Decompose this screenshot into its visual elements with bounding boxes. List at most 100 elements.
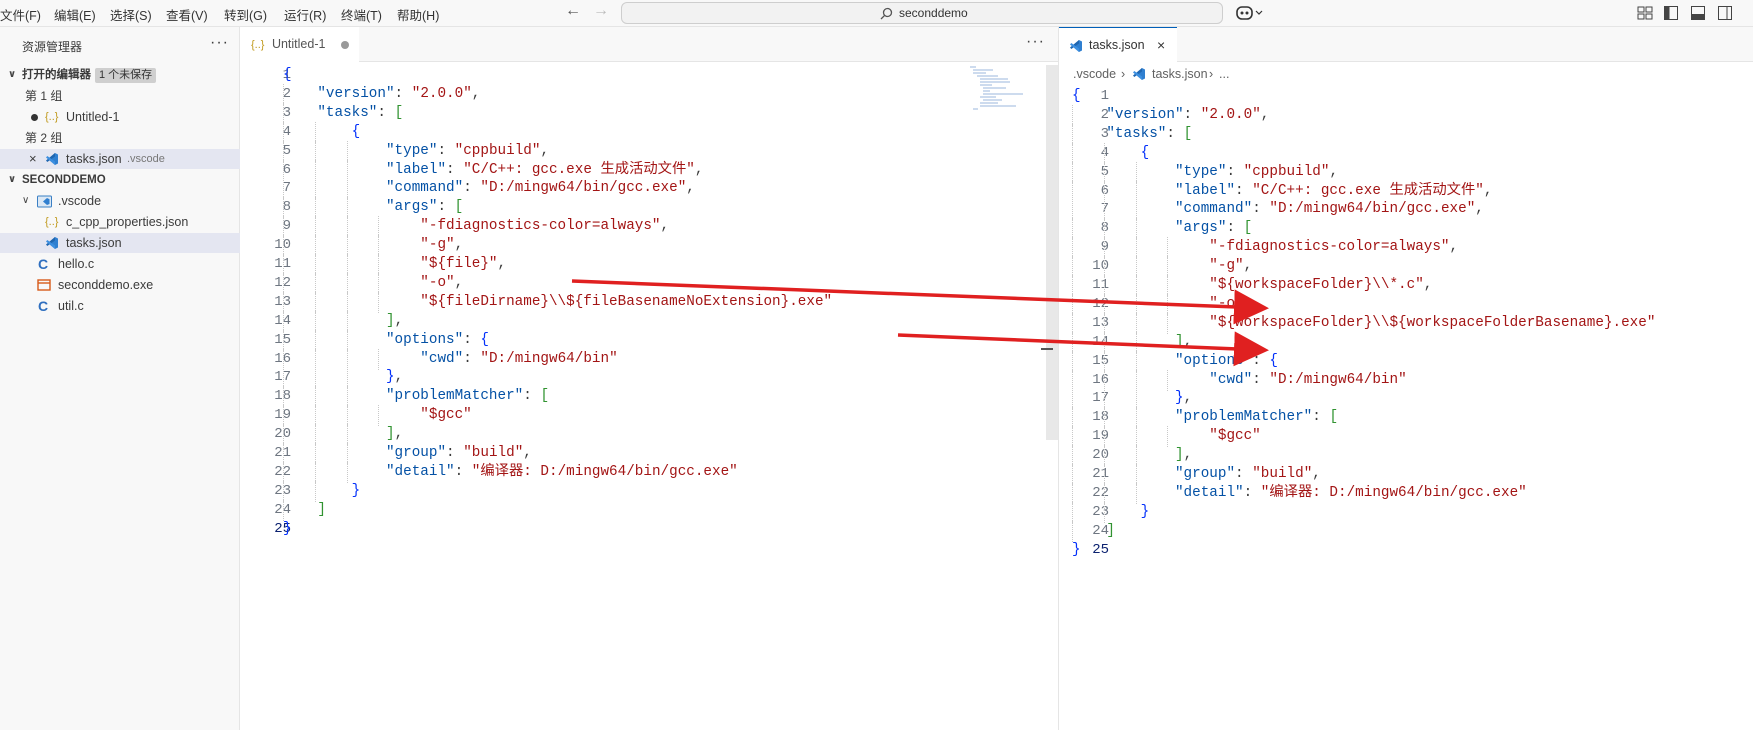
file-util-c[interactable]: C util.c — [0, 296, 240, 316]
menu-edit[interactable]: 编辑(E) — [54, 5, 96, 24]
close-icon[interactable]: × — [1157, 28, 1165, 63]
command-center-search[interactable]: seconddemo — [621, 2, 1223, 24]
breadcrumb-folder[interactable]: .vscode — [1073, 63, 1116, 85]
menu-select[interactable]: 选择(S) — [110, 5, 152, 24]
code-line[interactable]: 22 "detail": "编译器: D:/mingw64/bin/gcc.ex… — [1059, 482, 1753, 504]
code-line[interactable]: 9 "-fdiagnostics-color=always", — [1059, 237, 1753, 259]
minimap[interactable] — [968, 65, 1028, 115]
code-text: "group": "build", — [1174, 466, 1321, 482]
code-line[interactable]: 19 "$gcc" — [1059, 426, 1753, 448]
tab-untitled-1[interactable]: {..} Untitled-1 — [241, 27, 359, 62]
vertical-scrollbar[interactable] — [1046, 65, 1058, 440]
layout-customize-icon[interactable] — [1637, 5, 1653, 21]
code-line[interactable]: 19 "$gcc" — [241, 405, 1058, 427]
open-editor-tasks-json[interactable]: × tasks.json .vscode — [0, 149, 240, 169]
code-line[interactable]: 1{ — [1059, 86, 1753, 107]
menu-goto[interactable]: 转到(G) — [224, 5, 267, 24]
code-line[interactable]: 14 ], — [1059, 331, 1753, 353]
breadcrumb-file[interactable]: tasks.json — [1152, 63, 1208, 85]
code-text: } — [1140, 503, 1150, 520]
code-line[interactable]: 13 "${fileDirname}\\${fileBasenameNoExte… — [241, 291, 1058, 313]
code-line[interactable]: 23 } — [1059, 501, 1753, 523]
code-line[interactable]: 20 ], — [241, 424, 1058, 446]
toggle-panel-icon[interactable] — [1690, 5, 1706, 21]
code-line[interactable]: 22 "detail": "编译器: D:/mingw64/bin/gcc.ex… — [241, 461, 1058, 483]
open-editor-untitled[interactable]: {..} Untitled-1 — [0, 107, 240, 127]
code-text: "-fdiagnostics-color=always", — [420, 218, 670, 235]
menu-terminal[interactable]: 终端(T) — [341, 5, 382, 24]
code-line[interactable]: 11 "${file}", — [241, 254, 1058, 275]
code-text: "${fileDirname}\\${fileBasenameNoExtensi… — [420, 293, 833, 310]
code-line[interactable]: 21 "group": "build", — [241, 443, 1058, 464]
code-line[interactable]: 18 "problemMatcher": [ — [241, 386, 1058, 408]
code-line[interactable]: 5 "type": "cppbuild", — [1059, 161, 1753, 183]
close-icon[interactable]: × — [29, 149, 37, 169]
code-line[interactable]: 18 "problemMatcher": [ — [1059, 407, 1753, 429]
code-line[interactable]: 6 "label": "C/C++: gcc.exe 生成活动文件", — [1059, 180, 1753, 202]
code-line[interactable]: 10 "-g", — [241, 235, 1058, 257]
code-text: } — [1072, 541, 1081, 558]
code-line[interactable]: 16 "cwd": "D:/mingw64/bin" — [241, 348, 1058, 370]
open-editors-section[interactable]: ∨ 打开的编辑器 1 个未保存 — [0, 65, 240, 85]
tab-tasks-json[interactable]: tasks.json × — [1059, 27, 1177, 62]
code-line[interactable]: 5 "type": "cppbuild", — [241, 140, 1058, 162]
copilot-icon[interactable] — [1235, 5, 1265, 22]
code-line[interactable]: 2 "version": "2.0.0", — [1059, 104, 1753, 126]
code-line[interactable]: 12 "-o", — [241, 272, 1058, 294]
code-line[interactable]: 6 "label": "C/C++: gcc.exe 生成活动文件", — [241, 159, 1058, 181]
code-line[interactable]: 2 "version": "2.0.0", — [241, 83, 1058, 105]
unsaved-dot-icon[interactable] — [341, 41, 349, 49]
code-line[interactable]: 3 "tasks": [ — [241, 102, 1058, 124]
editor-group-2[interactable]: 第 2 组 — [0, 128, 240, 148]
code-line[interactable]: 23 } — [241, 480, 1058, 502]
code-line[interactable]: 13 "${workspaceFolder}\\${workspaceFolde… — [1059, 312, 1753, 334]
menu-help[interactable]: 帮助(H) — [397, 5, 439, 24]
code-line[interactable]: 8 "args": [ — [1059, 218, 1753, 240]
workspace-section[interactable]: ∨ SECONDDEMO — [0, 170, 240, 190]
code-line[interactable]: 9 "-fdiagnostics-color=always", — [241, 216, 1058, 238]
menu-view[interactable]: 查看(V) — [166, 5, 208, 24]
code-line[interactable]: 24 ] — [241, 499, 1058, 521]
toggle-secondary-sidebar-icon[interactable] — [1717, 5, 1733, 21]
code-line[interactable]: 15 "options": { — [1059, 350, 1753, 372]
code-line[interactable]: 21 "group": "build", — [1059, 464, 1753, 485]
code-line[interactable]: 10 "-g", — [1059, 256, 1753, 278]
code-line[interactable]: 14 ], — [241, 310, 1058, 332]
open-editor-path: .vscode — [127, 153, 165, 165]
editor-group-1[interactable]: 第 1 组 — [0, 86, 240, 106]
code-line[interactable]: 7 "command": "D:/mingw64/bin/gcc.exe", — [1059, 199, 1753, 221]
code-line[interactable]: 17 }, — [1059, 388, 1753, 410]
more-actions-icon[interactable]: ··· — [1026, 33, 1045, 51]
menu-run[interactable]: 运行(R) — [284, 5, 326, 24]
code-text: "group": "build", — [385, 445, 532, 461]
unsaved-dot-icon[interactable] — [31, 114, 38, 121]
file-c-cpp-properties[interactable]: {..} c_cpp_properties.json — [0, 212, 240, 232]
right-editor[interactable]: 1{2 "version": "2.0.0", 3 "tasks": [4 {5 … — [1059, 86, 1753, 730]
more-actions-icon[interactable]: ··· — [210, 33, 229, 53]
code-line[interactable]: 15 "options": { — [241, 329, 1058, 351]
code-line[interactable]: 17 }, — [241, 367, 1058, 389]
file-hello-c[interactable]: C hello.c — [0, 254, 240, 274]
code-line[interactable]: 8 "args": [ — [241, 197, 1058, 219]
toggle-sidebar-icon[interactable] — [1663, 5, 1679, 21]
back-arrow-icon[interactable]: ← — [565, 2, 581, 20]
left-editor[interactable]: 1{2 "version": "2.0.0", 3 "tasks": [4 {5 … — [241, 65, 1058, 730]
menu-file[interactable]: 文件(F) — [0, 5, 41, 24]
code-line[interactable]: 3 "tasks": [ — [1059, 123, 1753, 145]
code-line[interactable]: 4 { — [1059, 142, 1753, 164]
folder-vscode[interactable]: ∨ .vscode — [0, 191, 240, 211]
code-line[interactable]: 12 "-o", — [1059, 293, 1753, 315]
forward-arrow-icon[interactable]: → — [593, 2, 609, 20]
file-seconddemo-exe[interactable]: seconddemo.exe — [0, 275, 240, 295]
code-line[interactable]: 16 "cwd": "D:/mingw64/bin" — [1059, 369, 1753, 391]
code-line[interactable]: 4 { — [241, 121, 1058, 143]
code-line[interactable]: 25} — [1059, 540, 1753, 561]
code-line[interactable]: 20 ], — [1059, 445, 1753, 467]
code-line[interactable]: 24 ] — [1059, 520, 1753, 542]
code-line[interactable]: 1{ — [241, 65, 1058, 86]
file-tasks-json[interactable]: tasks.json — [0, 233, 240, 253]
breadcrumb-more[interactable]: ... — [1219, 63, 1229, 85]
code-line[interactable]: 25} — [241, 519, 1058, 540]
code-line[interactable]: 11 "${workspaceFolder}\\*.c", — [1059, 275, 1753, 296]
code-line[interactable]: 7 "command": "D:/mingw64/bin/gcc.exe", — [241, 178, 1058, 200]
